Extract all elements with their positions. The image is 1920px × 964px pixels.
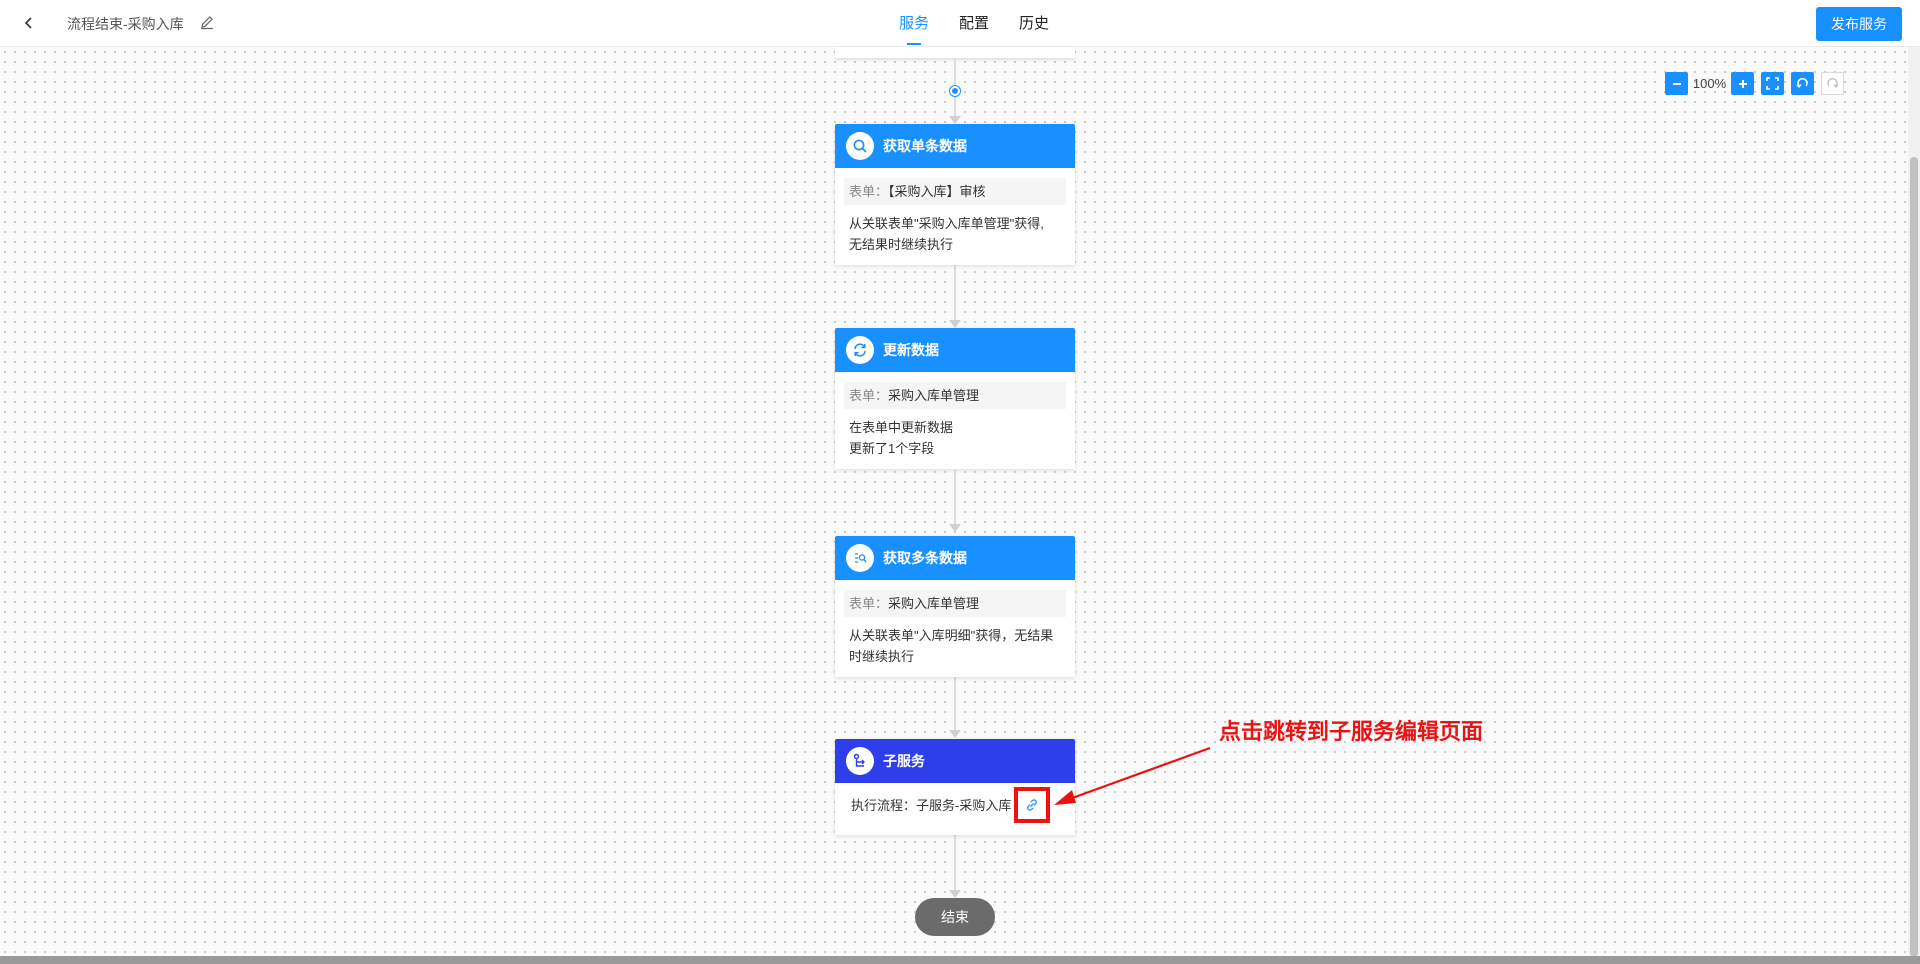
tab-config[interactable]: 配置 — [944, 0, 1004, 47]
form-value: 【采购入库】审核 — [888, 184, 986, 199]
exec-flow-text: 执行流程：子服务-采购入库 — [851, 798, 1012, 813]
annotation-text: 点击跳转到子服务编辑页面 — [1219, 720, 1484, 745]
node-desc-line: 时继续执行 — [849, 649, 915, 664]
node-title: 子服务 — [883, 753, 925, 769]
node-update-data[interactable]: 更新数据 表单：采购入库单管理 在表单中更新数据 更新了1个字段 — [835, 328, 1075, 469]
subservice-icon — [846, 747, 874, 775]
subservice-link-button[interactable] — [1014, 787, 1050, 823]
undo-button[interactable] — [1791, 72, 1814, 95]
connector-arrow — [949, 116, 961, 124]
form-value: 采购入库单管理 — [888, 596, 980, 611]
node-get-single-data[interactable]: 获取单条数据 表单：【采购入库】审核 从关联表单"采购入库单管理"获得, 无结果… — [835, 124, 1075, 265]
tab-service[interactable]: 服务 — [884, 0, 944, 47]
back-button[interactable] — [18, 12, 40, 34]
connector-line — [954, 470, 956, 525]
node-title: 更新数据 — [883, 342, 939, 358]
node-body: 表单：采购入库单管理 在表单中更新数据 更新了1个字段 — [835, 372, 1075, 469]
zoom-out-button[interactable] — [1665, 72, 1688, 95]
node-header: 更新数据 — [835, 328, 1075, 372]
chevron-left-icon — [24, 17, 32, 29]
add-node-dot[interactable] — [950, 86, 960, 96]
connector-line — [954, 263, 956, 322]
minus-icon — [1672, 82, 1681, 85]
search-icon — [846, 132, 874, 160]
previous-node-edge — [835, 47, 1075, 58]
link-icon — [1027, 799, 1037, 811]
fullscreen-icon — [1766, 77, 1779, 90]
tab-history[interactable]: 历史 — [1004, 0, 1064, 47]
node-body: 表单：【采购入库】审核 从关联表单"采购入库单管理"获得, 无结果时继续执行 — [835, 168, 1075, 265]
redo-button[interactable] — [1821, 72, 1844, 95]
vertical-scrollbar-thumb[interactable] — [1910, 157, 1918, 957]
redo-icon — [1827, 77, 1839, 89]
node-desc-line: 在表单中更新数据 — [849, 420, 954, 435]
node-header: 获取多条数据 — [835, 536, 1075, 580]
end-node[interactable]: 结束 — [915, 898, 995, 936]
node-header: 获取单条数据 — [835, 124, 1075, 168]
connector-arrow — [949, 730, 961, 738]
multi-data-icon — [846, 544, 874, 572]
page-title: 流程结束-采购入库 — [67, 16, 184, 32]
zoom-in-button[interactable] — [1731, 72, 1754, 95]
annotation-arrow-icon — [1054, 746, 1211, 805]
undo-icon — [1796, 77, 1808, 89]
node-body: 表单：采购入库单管理 从关联表单"入库明细"获得，无结果 时继续执行 — [835, 580, 1075, 677]
node-desc-line: 从关联表单"采购入库单管理"获得, — [849, 216, 1044, 231]
connector-arrow — [949, 524, 961, 532]
connector-arrow — [949, 320, 961, 328]
node-desc-line: 从关联表单"入库明细"获得，无结果 — [849, 628, 1054, 643]
form-label: 表单： — [849, 388, 889, 403]
node-title: 获取多条数据 — [883, 550, 967, 566]
publish-service-button[interactable]: 发布服务 — [1816, 7, 1902, 41]
connector-line — [954, 832, 956, 892]
node-form-row: 表单：【采购入库】审核 — [844, 178, 1066, 205]
connector-arrow — [949, 890, 961, 898]
fit-screen-button[interactable] — [1761, 72, 1784, 95]
refresh-icon — [846, 336, 874, 364]
vertical-scrollbar[interactable] — [1908, 47, 1920, 957]
node-desc-line: 无结果时继续执行 — [849, 237, 954, 252]
top-bar: 流程结束-采购入库 服务 配置 历史 发布服务 — [0, 0, 1920, 47]
node-form-row: 表单：采购入库单管理 — [844, 382, 1066, 409]
node-title: 获取单条数据 — [883, 138, 967, 154]
edit-title-icon[interactable] — [199, 14, 217, 32]
zoom-level: 100% — [1692, 76, 1727, 91]
node-form-row: 表单：采购入库单管理 — [844, 590, 1066, 617]
form-value: 采购入库单管理 — [888, 388, 980, 403]
zoom-controls: 100% — [1665, 72, 1844, 95]
form-label: 表单： — [849, 184, 889, 199]
node-header: 子服务 — [835, 739, 1075, 783]
connector-line — [954, 672, 956, 731]
horizontal-scrollbar[interactable] — [0, 956, 1920, 964]
node-desc-line: 更新了1个字段 — [849, 441, 935, 456]
form-label: 表单： — [849, 596, 889, 611]
plus-icon — [1738, 79, 1747, 88]
main-tabs: 服务 配置 历史 — [884, 0, 1064, 47]
node-get-multi-data[interactable]: 获取多条数据 表单：采购入库单管理 从关联表单"入库明细"获得，无结果 时继续执… — [835, 536, 1075, 677]
